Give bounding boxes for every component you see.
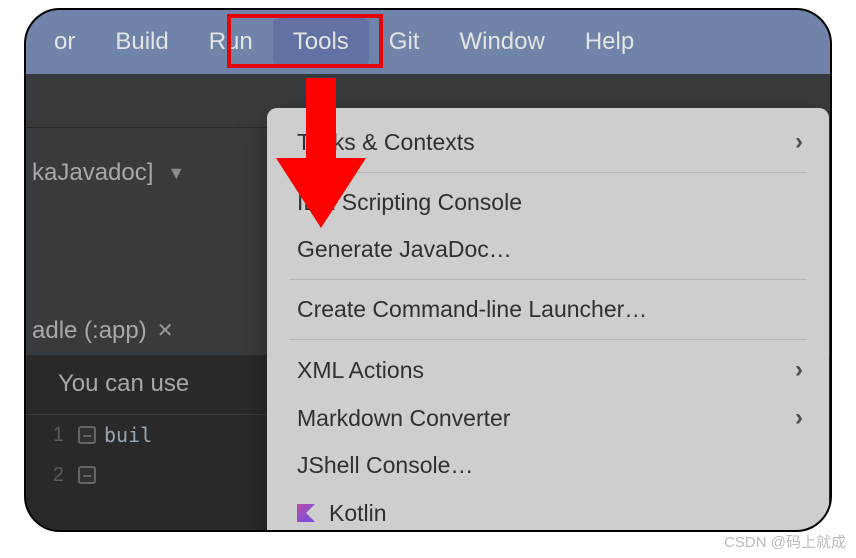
editor-tab[interactable]: adle (:app) [32, 317, 147, 345]
menu-separator [289, 279, 807, 280]
chevron-down-icon[interactable]: ▼ [167, 163, 185, 184]
menu-item-create-cli[interactable]: Create Command-line Launcher… [267, 286, 829, 333]
menu-item-label: Kotlin [329, 500, 795, 527]
menu-item-label: Create Command-line Launcher… [297, 296, 803, 323]
tools-dropdown: Tasks & Contexts › IDE Scripting Console… [267, 108, 829, 532]
chevron-right-icon: › [795, 404, 803, 432]
close-icon[interactable]: ✕ [157, 318, 174, 343]
menu-item-kotlin[interactable]: Kotlin › [267, 489, 829, 532]
menu-fragment-or[interactable]: or [34, 18, 95, 66]
menu-item-label: Markdown Converter [297, 405, 795, 432]
ide-window: or Build Run Tools Git Window Help kaJav… [24, 8, 832, 532]
menu-run[interactable]: Run [189, 18, 273, 66]
menubar: or Build Run Tools Git Window Help [26, 10, 830, 74]
line-number: 2 [26, 464, 78, 487]
line-number: 1 [26, 424, 78, 447]
menu-item-tasks-contexts[interactable]: Tasks & Contexts › [267, 118, 829, 166]
menu-git[interactable]: Git [369, 18, 440, 66]
kotlin-icon [297, 504, 315, 522]
menu-item-label: JShell Console… [297, 452, 803, 479]
menu-item-markdown-converter[interactable]: Markdown Converter › [267, 394, 829, 442]
menu-help[interactable]: Help [565, 18, 654, 66]
chevron-right-icon: › [795, 128, 803, 156]
menu-item-xml-actions[interactable]: XML Actions › [267, 346, 829, 394]
chevron-right-icon: › [795, 356, 803, 384]
fold-icon[interactable] [78, 426, 96, 444]
menu-separator [289, 172, 807, 173]
menu-item-label: Tasks & Contexts [297, 129, 795, 156]
code-text[interactable]: buil [104, 423, 152, 447]
menu-tools[interactable]: Tools [273, 18, 369, 66]
menu-item-label: XML Actions [297, 357, 795, 384]
menu-item-jshell-console[interactable]: JShell Console… [267, 442, 829, 489]
menu-separator [289, 339, 807, 340]
breadcrumb-fragment[interactable]: kaJavadoc] [32, 159, 153, 187]
fold-icon[interactable] [78, 466, 96, 484]
menu-item-generate-javadoc[interactable]: Generate JavaDoc… [267, 226, 829, 273]
menu-item-label: IDE Scripting Console [297, 189, 803, 216]
menu-item-label: Generate JavaDoc… [297, 236, 803, 263]
menu-window[interactable]: Window [439, 18, 564, 66]
menu-build[interactable]: Build [95, 18, 188, 66]
watermark: CSDN @码上就成 [724, 531, 846, 552]
menu-item-ide-scripting[interactable]: IDE Scripting Console [267, 179, 829, 226]
